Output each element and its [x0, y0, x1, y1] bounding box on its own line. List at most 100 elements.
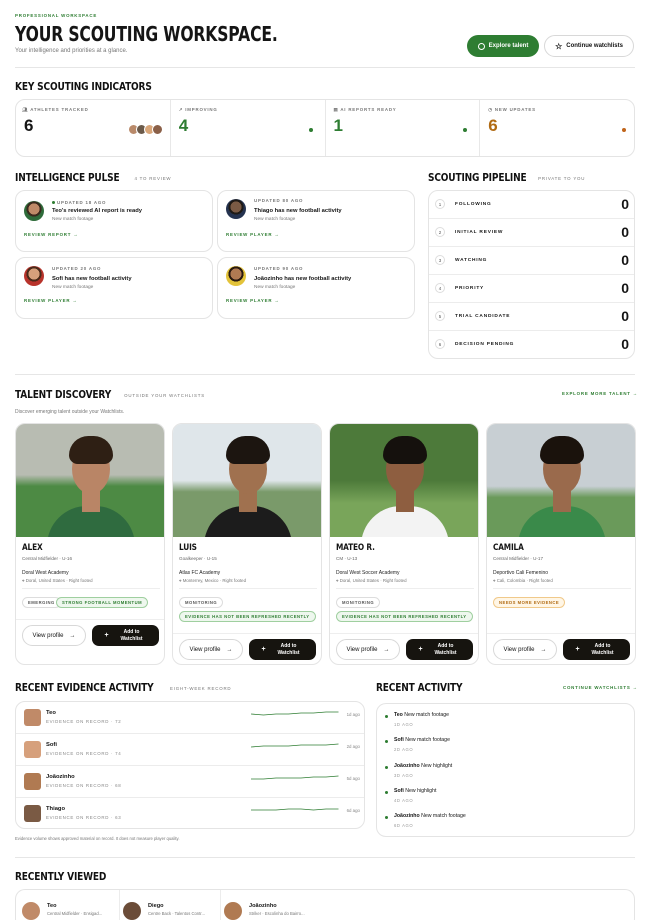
player-name: ALEX: [22, 543, 43, 553]
view-profile-button[interactable]: View profile →: [179, 639, 243, 660]
avatar: [24, 773, 41, 790]
evidence-row[interactable]: Teo EVIDENCE ON RECORD · 72 1d ago: [16, 702, 364, 734]
recent-item[interactable]: Teo Central Midfielder · Ensigad...: [22, 890, 120, 920]
activity-desc: New match footage: [403, 737, 450, 744]
activity-text[interactable]: Teo New match footage: [394, 712, 449, 718]
pulse-time: UPDATED 90 AGO: [254, 266, 304, 271]
pipeline-stage-4[interactable]: 4 PRIORITY 0: [429, 275, 634, 303]
kpi-value: 1: [333, 116, 343, 135]
pulse-card[interactable]: UPDATED 90 AGO Joãozinho has new footbal…: [217, 257, 415, 319]
review-player-link[interactable]: REVIEW PLAYER →: [226, 232, 280, 237]
pulse-card[interactable]: UPDATED 18 AGO Teo's reviewed AI report …: [15, 190, 213, 252]
player-role: CM · U-13: [336, 556, 358, 561]
evidence-row[interactable]: Sofi EVIDENCE ON RECORD · 74 2d ago: [16, 734, 364, 766]
view-profile-button[interactable]: View profile →: [493, 639, 557, 660]
recent-section-title: RECENTLY VIEWED: [15, 870, 107, 883]
review-report-link[interactable]: REVIEW REPORT →: [24, 232, 78, 237]
activity-panel: Teo New match footage 1D AGO Sofi New matc…: [376, 703, 635, 837]
plus-icon: +: [418, 646, 423, 653]
add-to-watchlist-button[interactable]: + Add to Watchlist: [563, 639, 630, 660]
view-profile-label: View profile: [189, 646, 221, 653]
stage-number: 1: [435, 199, 445, 209]
kpi-ai-reports[interactable]: ▤ AI REPORTS READY 1: [326, 100, 481, 156]
recent-name: Joãozinho: [249, 903, 277, 909]
evidence-panel: Teo EVIDENCE ON RECORD · 72 1d ago Sofi EVID…: [15, 701, 365, 829]
pipeline-stage-1[interactable]: 1 FOLLOWING 0: [429, 191, 634, 219]
pipeline-stage-5[interactable]: 5 TRIAL CANDIDATE 0: [429, 303, 634, 331]
player-club: Doral West Soccer Academy: [336, 570, 400, 576]
activity-section-title: RECENT ACTIVITY: [376, 681, 463, 694]
people-icon: 👥︎: [22, 107, 29, 112]
page-subtitle: Your intelligence and priorities at a gl…: [15, 48, 128, 54]
activity-desc: New highlight: [419, 762, 453, 769]
status-chip: NEEDS MORE EVIDENCE: [493, 597, 566, 608]
pulse-time: UPDATED 80 AGO: [254, 198, 304, 203]
evidence-name: Joãozinho: [46, 774, 75, 780]
evidence-footnote: Evidence volume shows approved material …: [15, 836, 180, 841]
pulse-time: UPDATED 20 AGO: [52, 266, 102, 271]
player-role: Goalkeeper · U-15: [179, 556, 217, 561]
recent-item[interactable]: Diego Centre Back · Talentos Contr...: [123, 890, 221, 920]
pipeline-stage-6[interactable]: 6 DECISION PENDING 0: [429, 331, 634, 358]
pulse-card[interactable]: UPDATED 20 AGO Sofi has new football act…: [15, 257, 213, 319]
timeline-dot: [385, 740, 388, 744]
view-profile-label: View profile: [32, 632, 64, 639]
review-player-link[interactable]: REVIEW PLAYER →: [226, 298, 280, 303]
sparkline-path: [251, 775, 339, 780]
timeline-dot: [385, 790, 388, 794]
pipeline-stage-3[interactable]: 3 WATCHING 0: [429, 247, 634, 275]
sparkline-path: [251, 808, 339, 811]
pipeline-stage-2[interactable]: 2 INITIAL REVIEW 0: [429, 219, 634, 247]
activity-text[interactable]: Sofi New match footage: [394, 737, 450, 743]
evidence-detail: EVIDENCE ON RECORD · 63: [46, 815, 122, 820]
activity-name: Joãozinho: [394, 762, 420, 769]
continue-watchlists-link[interactable]: CONTINUE WATCHLISTS →: [563, 685, 638, 690]
activity-ago: 4D AGO: [394, 797, 414, 803]
activity-text[interactable]: Joãozinho New match footage: [394, 813, 466, 819]
player-club: Deportivo Cali Femenino: [493, 570, 549, 576]
player-card: LUIS Goalkeeper · U-15 Atlas FC Academy ⌖ M…: [172, 423, 322, 665]
view-profile-button[interactable]: View profile →: [22, 625, 86, 646]
recent-panel: Teo Central Midfielder · Ensigad... Diego C…: [15, 889, 635, 920]
kpi-athletes-tracked[interactable]: 👥︎ ATHLETES TRACKED 6: [16, 100, 171, 156]
status-dot: [622, 128, 626, 132]
stage-number: 5: [435, 311, 445, 321]
add-to-watchlist-button[interactable]: + Add to Watchlist: [406, 639, 473, 660]
activity-ago: 1D AGO: [394, 722, 414, 727]
recent-item[interactable]: Joãozinho Striker · Escolinha do Bairro..…: [224, 890, 322, 920]
pulse-card[interactable]: UPDATED 80 AGO Thiago has new football a…: [217, 190, 415, 252]
activity-name: Sofi: [394, 737, 404, 744]
status-dot: [308, 128, 313, 132]
stage-label: INITIAL REVIEW: [455, 230, 504, 235]
continue-watchlists-button[interactable]: ☆ Continue watchlists: [544, 35, 634, 57]
stage-label: DECISION PENDING: [455, 342, 515, 347]
review-player-link[interactable]: REVIEW PLAYER →: [24, 298, 78, 303]
view-profile-button[interactable]: View profile →: [336, 639, 400, 660]
stage-label: WATCHING: [455, 258, 488, 263]
activity-text[interactable]: Sofi New highlight: [394, 788, 436, 794]
document-icon: ▤: [333, 107, 339, 112]
status-chip: EVIDENCE HAS NOT BEEN REFRESHED RECENTLY: [336, 611, 473, 622]
sparkline: [251, 775, 339, 780]
compass-icon: [477, 42, 485, 50]
pulse-section-title: INTELLIGENCE PULSE 4 TO REVIEW: [15, 171, 172, 184]
add-to-watchlist-button[interactable]: + Add to Watchlist: [249, 639, 316, 660]
trend-icon: ↗: [178, 107, 184, 112]
sparkline: [251, 808, 339, 811]
timeline-dot: [385, 715, 388, 718]
evidence-row[interactable]: Thiago EVIDENCE ON RECORD · 63 6d ago: [16, 798, 364, 828]
kpi-new-updates[interactable]: ◷ NEW UPDATES 6: [480, 100, 634, 156]
kpi-section-title: KEY SCOUTING INDICATORS: [15, 80, 152, 93]
explore-more-link[interactable]: EXPLORE MORE TALENT →: [562, 391, 638, 396]
evidence-name: Teo: [46, 710, 56, 716]
kpi-improving[interactable]: ↗ IMPROVING 4: [171, 100, 326, 156]
plus-icon: +: [104, 632, 109, 639]
kpi-panel: 👥︎ ATHLETES TRACKED 6 ↗ IMPROVING 4 ▤ AI…: [15, 99, 635, 157]
divider: [330, 633, 478, 634]
activity-text[interactable]: Joãozinho New highlight: [394, 763, 452, 769]
explore-talent-button[interactable]: Explore talent: [467, 35, 539, 57]
add-to-watchlist-button[interactable]: + Add to Watchlist: [92, 625, 159, 646]
evidence-row[interactable]: Joãozinho EVIDENCE ON RECORD · 68 5d ago: [16, 766, 364, 798]
view-profile-label: View profile: [503, 646, 535, 653]
evidence-detail: EVIDENCE ON RECORD · 72: [46, 719, 122, 724]
